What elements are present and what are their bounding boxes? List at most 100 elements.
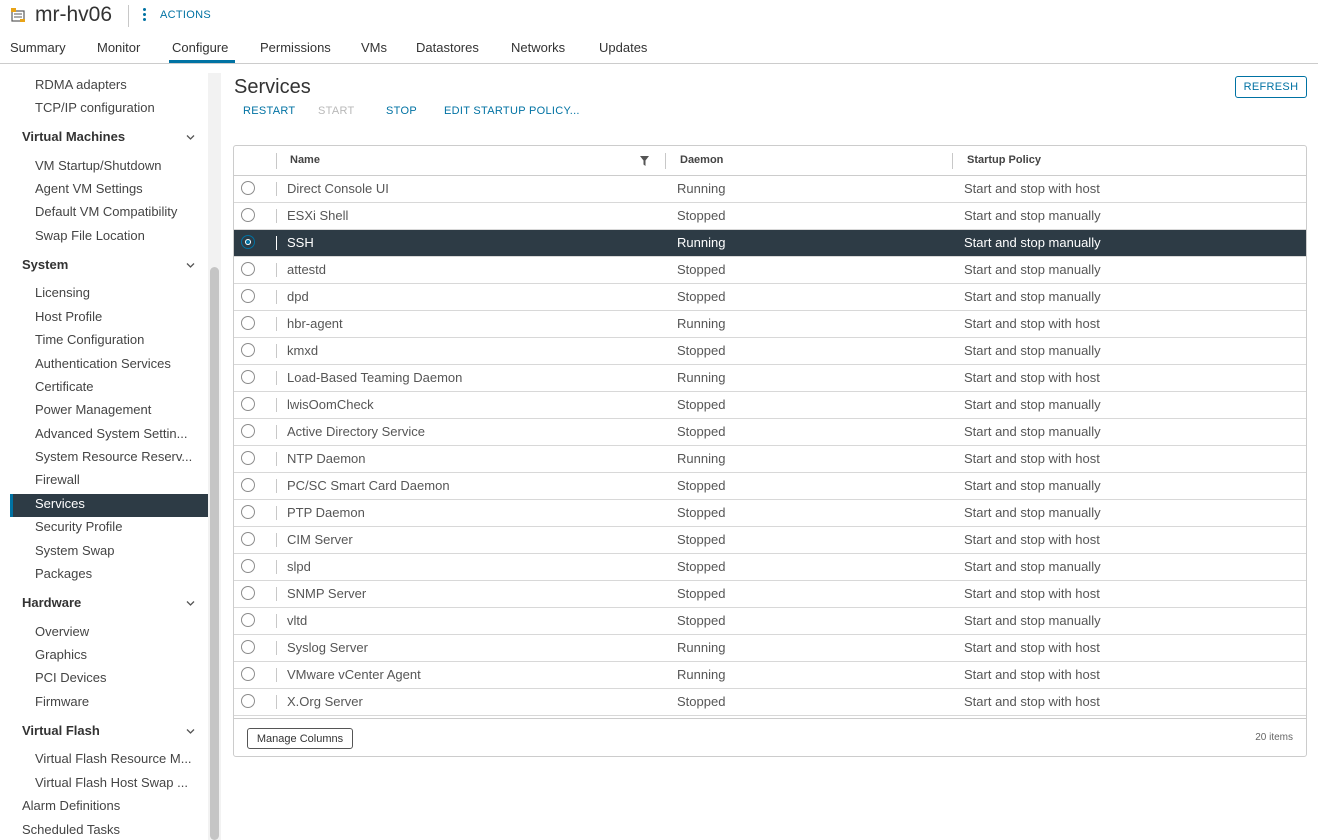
column-separator[interactable] — [276, 153, 277, 169]
sidebar-item-packages[interactable]: Packages — [35, 566, 92, 581]
tab-monitor[interactable]: Monitor — [97, 40, 140, 55]
row-select-radio[interactable] — [241, 235, 255, 249]
row-select-radio[interactable] — [241, 316, 255, 330]
sidebar-scrollbar-thumb[interactable] — [210, 267, 219, 840]
sidebar-item-vm-startup-shutdown[interactable]: VM Startup/Shutdown — [35, 158, 161, 173]
sidebar-item-rdma-adapters[interactable]: RDMA adapters — [35, 77, 127, 92]
table-row[interactable]: Syslog Server Running Start and stop with … — [234, 635, 1306, 662]
row-select-radio[interactable] — [241, 289, 255, 303]
sidebar-item-swap-file-location[interactable]: Swap File Location — [35, 228, 145, 243]
column-header-name[interactable]: Name — [290, 154, 320, 166]
sidebar-item-tcpip-configuration[interactable]: TCP/IP configuration — [35, 100, 155, 115]
row-select-radio[interactable] — [241, 640, 255, 654]
table-row[interactable]: slpd Stopped Start and stop manually — [234, 554, 1306, 581]
column-separator[interactable] — [952, 153, 953, 169]
table-row[interactable]: CIM Server Stopped Start and stop with hos… — [234, 527, 1306, 554]
restart-button[interactable]: RESTART — [243, 105, 295, 117]
sidebar-item-graphics[interactable]: Graphics — [35, 647, 87, 662]
row-select-radio[interactable] — [241, 586, 255, 600]
sidebar-item-system-swap[interactable]: System Swap — [35, 543, 114, 558]
row-select-radio[interactable] — [241, 451, 255, 465]
sidebar-item-overview[interactable]: Overview — [35, 624, 89, 639]
table-row[interactable]: Direct Console UI Running Start and stop w… — [234, 176, 1306, 203]
table-row[interactable]: PTP Daemon Stopped Start and stop manually — [234, 500, 1306, 527]
sidebar-group-system[interactable]: System — [22, 257, 68, 272]
table-row[interactable]: vltd Stopped Start and stop manually — [234, 608, 1306, 635]
actions-button[interactable]: ACTIONS — [140, 6, 211, 24]
table-row[interactable]: attestd Stopped Start and stop manually — [234, 257, 1306, 284]
column-separator[interactable] — [665, 153, 666, 169]
edit-startup-policy-button[interactable]: EDIT STARTUP POLICY... — [444, 105, 580, 117]
table-row[interactable]: Active Directory Service Stopped Start and… — [234, 419, 1306, 446]
sidebar-item-certificate[interactable]: Certificate — [35, 379, 94, 394]
table-row[interactable]: Load-Based Teaming Daemon Running Start an… — [234, 365, 1306, 392]
table-row[interactable]: hbr-agent Running Start and stop with host — [234, 311, 1306, 338]
table-row[interactable]: PC/SC Smart Card Daemon Stopped Start and … — [234, 473, 1306, 500]
sidebar-item-virtual-flash-host-swap[interactable]: Virtual Flash Host Swap ... — [35, 775, 188, 790]
start-button[interactable]: START — [318, 105, 355, 117]
table-row[interactable]: X.Org Server Stopped Start and stop with h… — [234, 689, 1306, 716]
row-select-radio[interactable] — [241, 694, 255, 708]
row-select-radio[interactable] — [241, 208, 255, 222]
sidebar-item-default-vm-compatibility[interactable]: Default VM Compatibility — [35, 204, 177, 219]
table-row[interactable]: dpd Stopped Start and stop manually — [234, 284, 1306, 311]
row-select-radio[interactable] — [241, 559, 255, 573]
row-select-radio[interactable] — [241, 397, 255, 411]
table-row[interactable]: SNMP Server Stopped Start and stop with ho… — [234, 581, 1306, 608]
sidebar-item-alarm-definitions[interactable]: Alarm Definitions — [22, 798, 120, 813]
tab-networks[interactable]: Networks — [511, 40, 565, 55]
row-select-radio[interactable] — [241, 424, 255, 438]
sidebar-item-agent-vm-settings[interactable]: Agent VM Settings — [35, 181, 143, 196]
table-row[interactable]: kmxd Stopped Start and stop manually — [234, 338, 1306, 365]
tab-configure[interactable]: Configure — [172, 40, 228, 55]
sidebar-item-time-configuration[interactable]: Time Configuration — [35, 332, 144, 347]
column-header-daemon[interactable]: Daemon — [680, 154, 723, 166]
sidebar-item-scheduled-tasks[interactable]: Scheduled Tasks — [22, 822, 120, 837]
sidebar-item-licensing[interactable]: Licensing — [35, 285, 90, 300]
row-select-radio[interactable] — [241, 262, 255, 276]
row-select-radio[interactable] — [241, 667, 255, 681]
tab-datastores[interactable]: Datastores — [416, 40, 479, 55]
chevron-down-icon[interactable] — [186, 261, 195, 270]
sidebar-item-host-profile[interactable]: Host Profile — [35, 309, 102, 324]
tab-vms[interactable]: VMs — [361, 40, 387, 55]
row-select-radio[interactable] — [241, 343, 255, 357]
sidebar-item-virtual-flash-resource[interactable]: Virtual Flash Resource M... — [35, 751, 192, 766]
table-row[interactable]: SSH Running Start and stop manually — [234, 230, 1306, 257]
table-row[interactable]: lwisOomCheck Stopped Start and stop manual… — [234, 392, 1306, 419]
table-row[interactable]: NTP Daemon Running Start and stop with hos… — [234, 446, 1306, 473]
column-header-startup-policy[interactable]: Startup Policy — [967, 154, 1041, 166]
stop-button[interactable]: STOP — [386, 105, 417, 117]
refresh-button[interactable]: REFRESH — [1235, 76, 1307, 98]
sidebar-item-advanced-system-settings[interactable]: Advanced System Settin... — [35, 426, 187, 441]
sidebar-scrollbar[interactable] — [208, 73, 221, 840]
row-select-radio[interactable] — [241, 478, 255, 492]
tab-summary[interactable]: Summary — [10, 40, 66, 55]
sidebar-item-security-profile[interactable]: Security Profile — [35, 519, 122, 534]
row-select-radio[interactable] — [241, 181, 255, 195]
row-select-radio[interactable] — [241, 505, 255, 519]
sidebar-item-services[interactable]: Services — [35, 496, 85, 511]
filter-icon[interactable] — [640, 156, 649, 166]
sidebar-item-authentication-services[interactable]: Authentication Services — [35, 356, 171, 371]
row-select-radio[interactable] — [241, 370, 255, 384]
row-select-radio[interactable] — [241, 532, 255, 546]
row-select-radio[interactable] — [241, 613, 255, 627]
sidebar-item-system-resource-reservation[interactable]: System Resource Reserv... — [35, 449, 192, 464]
chevron-down-icon[interactable] — [186, 599, 195, 608]
table-row[interactable]: ESXi Shell Stopped Start and stop manually — [234, 203, 1306, 230]
tab-permissions[interactable]: Permissions — [260, 40, 331, 55]
sidebar-item-power-management[interactable]: Power Management — [35, 402, 151, 417]
manage-columns-button[interactable]: Manage Columns — [247, 728, 353, 749]
sidebar-group-virtual-machines[interactable]: Virtual Machines — [22, 129, 125, 144]
chevron-down-icon[interactable] — [186, 133, 195, 142]
sidebar-item-firmware[interactable]: Firmware — [35, 694, 89, 709]
chevron-down-icon[interactable] — [186, 727, 195, 736]
cell-service-name: hbr-agent — [287, 316, 343, 331]
sidebar-item-firewall[interactable]: Firewall — [35, 472, 80, 487]
sidebar-group-virtual-flash[interactable]: Virtual Flash — [22, 723, 100, 738]
table-row[interactable]: VMware vCenter Agent Running Start and sto… — [234, 662, 1306, 689]
sidebar-item-pci-devices[interactable]: PCI Devices — [35, 670, 107, 685]
tab-updates[interactable]: Updates — [599, 40, 647, 55]
sidebar-group-hardware[interactable]: Hardware — [22, 595, 81, 610]
